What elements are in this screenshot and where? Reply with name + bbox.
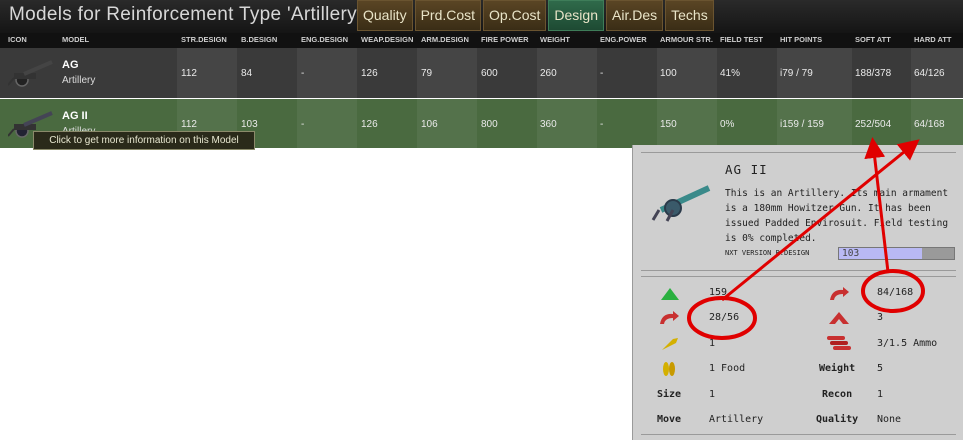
divider <box>641 152 956 153</box>
hit-points-icon <box>661 288 679 300</box>
eng-power-cell: - <box>600 119 604 130</box>
model-name: AG II <box>62 110 88 122</box>
model-info-panel: AG II This is an Artillery. Its main arm… <box>632 145 963 440</box>
hard-att-cell: 64/126 <box>914 68 945 79</box>
arm-design-cell: 79 <box>421 68 433 79</box>
b-design-cell: 84 <box>241 68 253 79</box>
col-arm-design[interactable]: ARM.DESIGN <box>421 35 469 44</box>
move-value: Artillery <box>709 414 764 425</box>
title-bar: Models for Reinforcement Type 'Artillery… <box>0 0 963 33</box>
tab-prd-cost[interactable]: Prd.Cost <box>414 0 482 31</box>
hard-attack-icon <box>830 287 849 300</box>
weight-label: Weight <box>819 363 856 374</box>
artillery-icon <box>8 60 53 87</box>
tab-techs[interactable]: Techs <box>665 0 714 31</box>
divider <box>641 434 956 435</box>
nxt-version-bar: 103 <box>838 247 955 260</box>
nxt-version-value: 103 <box>842 248 860 259</box>
soft-attack-value: 28/56 <box>709 312 740 323</box>
move-label: Move <box>657 414 682 425</box>
recon-label: Recon <box>822 389 853 400</box>
ammo-value: 3/1.5 Ammo <box>877 338 938 349</box>
weap-design-cell: 126 <box>361 68 378 79</box>
armour-str-cell: 100 <box>660 68 677 79</box>
weap-design-cell: 126 <box>361 119 378 130</box>
col-fire-power[interactable]: FIRE POWER <box>481 35 529 44</box>
wheat-icon <box>663 362 675 376</box>
divider <box>641 276 956 277</box>
weight-value: 5 <box>877 363 884 374</box>
weight-cell: 360 <box>540 119 557 130</box>
hard-attack-value: 84/168 <box>877 287 914 298</box>
col-soft-att[interactable]: SOFT ATT <box>855 35 891 44</box>
quality-value: None <box>877 414 902 425</box>
ammo-icon <box>827 336 851 350</box>
eng-power-cell: - <box>600 68 604 79</box>
col-hard-att[interactable]: HARD ATT <box>914 35 952 44</box>
soft-attack-icon <box>660 311 679 324</box>
col-b-design[interactable]: B.DESIGN <box>241 35 277 44</box>
soft-att-cell: 252/504 <box>855 119 892 130</box>
armour-str-cell: 150 <box>660 119 677 130</box>
tab-air-des[interactable]: Air.Des <box>606 0 664 31</box>
table-row[interactable]: AG Artillery 112 84 - 126 79 600 260 - 1… <box>0 48 963 98</box>
soft-att-cell: 188/378 <box>855 68 892 79</box>
arm-design-cell: 106 <box>421 119 438 130</box>
hit-points-cell: i159 / 159 <box>780 119 824 130</box>
tab-op-cost[interactable]: Op.Cost <box>483 0 547 31</box>
armor-icon <box>829 312 849 324</box>
page-title: Models for Reinforcement Type 'Artillery… <box>9 4 361 25</box>
panel-model-name: AG II <box>725 162 768 177</box>
col-weight[interactable]: WEIGHT <box>540 35 570 44</box>
fire-power-cell: 600 <box>481 68 498 79</box>
col-armour-str[interactable]: ARMOUR STR. <box>660 35 713 44</box>
weight-cell: 260 <box>540 68 557 79</box>
hit-points-cell: i79 / 79 <box>780 68 813 79</box>
b-design-cell: 103 <box>241 119 258 130</box>
field-test-cell: 0% <box>720 119 735 130</box>
fuel-icon <box>662 338 678 350</box>
food-value: 1 Food <box>709 363 746 374</box>
eng-design-cell: - <box>301 119 305 130</box>
tab-quality[interactable]: Quality <box>357 0 413 31</box>
str-design-cell: 112 <box>181 119 197 130</box>
tab-bar: Quality Prd.Cost Op.Cost Design Air.Des … <box>357 0 714 31</box>
col-icon[interactable]: ICON <box>8 35 27 44</box>
model-type: Artillery <box>62 75 96 86</box>
size-label: Size <box>657 389 682 400</box>
col-field-test[interactable]: FIELD TEST <box>720 35 763 44</box>
hard-att-cell: 64/168 <box>914 119 945 130</box>
hit-points-value: 159 <box>709 287 728 298</box>
str-design-cell: 112 <box>181 68 197 79</box>
column-headers: ICON MODEL STR.DESIGN B.DESIGN ENG.DESIG… <box>0 33 963 48</box>
col-model[interactable]: MODEL <box>62 35 89 44</box>
fuel-value: 1 <box>709 338 716 349</box>
tab-design[interactable]: Design <box>548 0 604 31</box>
eng-design-cell: - <box>301 68 305 79</box>
field-test-cell: 41% <box>720 68 741 79</box>
panel-description: This is an Artillery. Its main armament … <box>725 188 949 244</box>
fire-power-cell: 800 <box>481 119 498 130</box>
size-value: 1 <box>709 389 716 400</box>
col-weap-design[interactable]: WEAP.DESIGN <box>361 35 413 44</box>
model-name: AG <box>62 59 79 71</box>
col-eng-design[interactable]: ENG.DESIGN <box>301 35 348 44</box>
col-hit-points[interactable]: HIT POINTS <box>780 35 822 44</box>
divider <box>641 270 956 271</box>
quality-label: Quality <box>816 414 859 425</box>
recon-value: 1 <box>877 389 884 400</box>
tooltip: Click to get more information on this Mo… <box>33 131 255 150</box>
artillery-icon <box>651 185 711 222</box>
nxt-version-label: NXT VERSION B.DESIGN <box>725 249 810 257</box>
col-eng-power[interactable]: ENG.POWER <box>600 35 647 44</box>
armor-value: 3 <box>877 312 884 323</box>
col-str-design[interactable]: STR.DESIGN <box>181 35 227 44</box>
